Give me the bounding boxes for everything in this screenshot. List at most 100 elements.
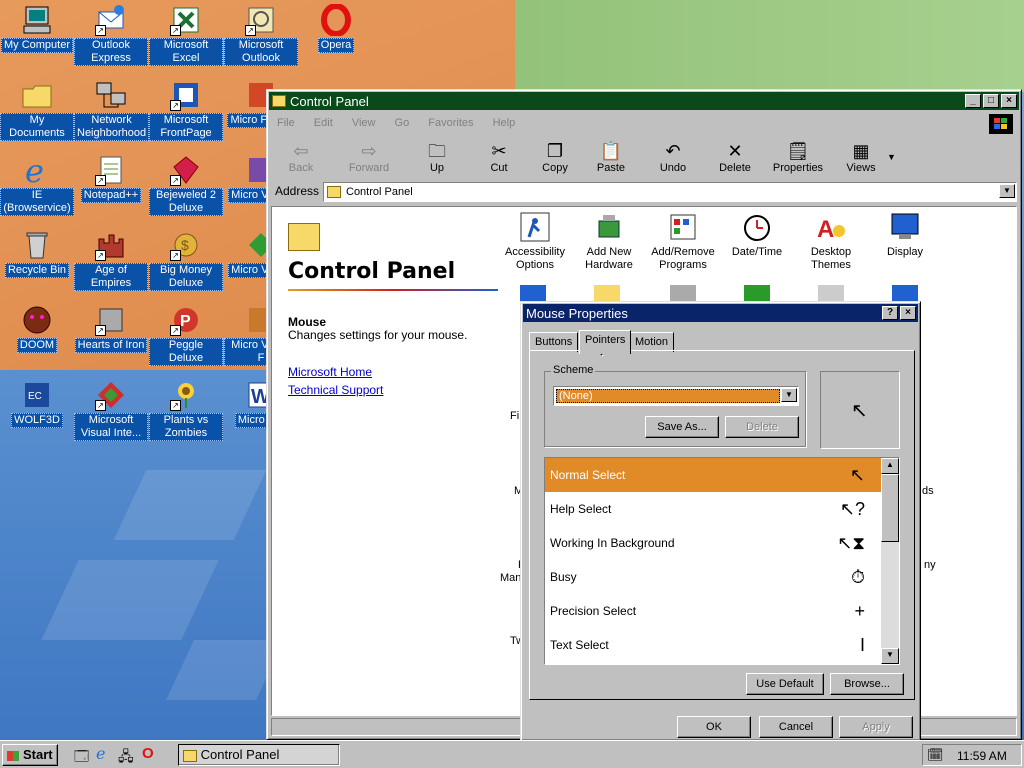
clock[interactable]: 11:59 AM (957, 749, 1007, 763)
scroll-thumb[interactable] (881, 474, 899, 542)
cp-item-display[interactable]: Display (866, 211, 944, 259)
desktop-icon-opera[interactable]: Opera (299, 3, 373, 53)
undo-button[interactable]: ↶ Undo (645, 140, 701, 180)
menu-go[interactable]: Go (395, 117, 410, 129)
desktop-icon-outlook-express[interactable]: ↗ Outlook Express (74, 4, 148, 66)
control-panel-titlebar[interactable]: Control Panel _ □ × (269, 92, 1019, 110)
properties-button[interactable]: 🗒 Properties (763, 140, 833, 180)
cp-item-accessibility[interactable]: Accessibility Options (496, 211, 574, 272)
desktop-icon-my-computer[interactable]: My Computer (0, 4, 74, 53)
delete-button[interactable]: ✕ Delete (707, 140, 763, 180)
desktop-icon-wolf3d[interactable]: EC WOLF3D (0, 379, 74, 428)
cp-item-date-time[interactable]: Date/Time (718, 211, 796, 259)
show-desktop-icon[interactable]: 🗔 (74, 746, 89, 768)
cut-button[interactable]: ✂ Cut (471, 140, 527, 180)
desktop-icon-big-money[interactable]: $ ↗ Big Money Deluxe (149, 229, 223, 291)
pointer-row[interactable]: Working In Background ↖⧗ (545, 526, 881, 560)
desktop-icon-doom[interactable]: DOOM (0, 304, 74, 353)
taskbar: Start 🗔 e 🖧 O Control Panel 🗓 11:59 AM (0, 740, 1024, 768)
pointer-list[interactable]: Normal Select ↖ Help Select ↖? Working In Ba… (544, 457, 900, 665)
desktop-icon-excel[interactable]: ↗ Microsoft Excel (149, 4, 223, 66)
working-cursor-icon: ↖⧗ (837, 532, 865, 553)
cp-item-desktop-themes[interactable]: A Desktop Themes (792, 211, 870, 272)
desktop-icon-plants-vs-zombies[interactable]: ↗ Plants vs Zombies (149, 379, 223, 441)
opera-icon (320, 3, 352, 37)
back-button[interactable]: ⇦ Back (273, 140, 329, 180)
menu-help[interactable]: Help (493, 117, 516, 129)
help-button[interactable]: ? (882, 306, 898, 320)
menu-favorites[interactable]: Favorites (428, 117, 473, 129)
list-scrollbar[interactable]: ▲ ▼ (881, 458, 899, 664)
menu-edit[interactable]: Edit (314, 117, 333, 129)
folder-icon (272, 95, 286, 107)
address-dropdown-button[interactable]: ▼ (999, 184, 1015, 198)
paste-button[interactable]: 📋 Paste (583, 140, 639, 180)
desktop-icon-notepadpp[interactable]: ↗ Notepad++ (74, 154, 148, 203)
forward-button[interactable]: ⇨ Forward (341, 140, 397, 180)
address-label: Address (275, 184, 320, 198)
desktop-icon-peggle[interactable]: P ↗ Peggle Deluxe (149, 304, 223, 366)
desktop-icon-bejeweled[interactable]: ↗ Bejeweled 2 Deluxe (149, 154, 223, 216)
apply-button[interactable]: Apply (839, 716, 913, 738)
desktop-icon-visual-interdev[interactable]: ↗ Microsoft Visual Inte... (74, 379, 148, 441)
pointer-row[interactable]: Precision Select + (545, 594, 881, 628)
back-arrow-icon: ⇦ (293, 141, 309, 161)
cp-item-add-remove-programs[interactable]: Add/Remove Programs (644, 211, 722, 272)
scheme-dropdown-button[interactable]: ▼ (781, 388, 797, 402)
minimize-button[interactable]: _ (965, 94, 981, 108)
ie-quicklaunch-icon[interactable]: e (96, 744, 105, 763)
scroll-up-button[interactable]: ▲ (881, 458, 899, 474)
browse-button[interactable]: Browse... (830, 673, 904, 695)
cancel-button[interactable]: Cancel (759, 716, 833, 738)
shortcut-arrow-icon: ↗ (170, 400, 181, 411)
scheduler-icon[interactable]: 🗓 (927, 747, 944, 763)
desktop-icon-my-documents[interactable]: My Documents (0, 79, 74, 141)
tab-buttons[interactable]: Buttons (529, 332, 579, 352)
pointers-panel: Scheme (None) ▼ Save As... Delete ↖ Norm… (529, 350, 915, 700)
desktop-icon-frontpage[interactable]: ↗ Microsoft FrontPage (149, 79, 223, 141)
link-microsoft-home[interactable]: Microsoft Home (288, 365, 372, 379)
tab-pointers[interactable]: Pointers (579, 330, 632, 354)
opera-quicklaunch-icon[interactable]: O (142, 745, 154, 762)
maximize-button[interactable]: □ (983, 94, 999, 108)
desktop-icon-outlook[interactable]: ↗ Microsoft Outlook (224, 4, 298, 66)
tab-motion[interactable]: Motion (629, 332, 675, 352)
menu-view[interactable]: View (352, 117, 376, 129)
link-technical-support[interactable]: Technical Support (288, 383, 383, 397)
ok-button[interactable]: OK (677, 716, 751, 738)
close-button[interactable]: × (1001, 94, 1017, 108)
use-default-button[interactable]: Use Default (746, 673, 824, 695)
desktop-icon-age-of-empires[interactable]: ↗ Age of Empires (74, 229, 148, 291)
mouse-properties-titlebar[interactable]: Mouse Properties ? × (523, 304, 918, 322)
task-control-panel[interactable]: Control Panel (178, 744, 340, 766)
mouse-properties-dialog[interactable]: Mouse Properties ? × Buttons Pointers Mo… (520, 301, 921, 741)
control-panel-big-icon (288, 223, 320, 251)
svg-text:e: e (25, 154, 44, 186)
pointer-row[interactable]: Text Select I (545, 628, 881, 662)
views-button[interactable]: ▦ Views (833, 140, 889, 180)
save-as-button[interactable]: Save As... (645, 416, 719, 438)
desktop-icon-hearts-of-iron[interactable]: ↗ Hearts of Iron (74, 304, 148, 353)
pointer-row[interactable]: Busy ⏱ (545, 560, 881, 594)
desktop-icon-ie[interactable]: e IE (Browservice) (0, 152, 74, 216)
title-underline (288, 289, 498, 291)
scheme-select[interactable]: (None) ▼ (553, 386, 799, 406)
pointer-row[interactable]: Help Select ↖? (545, 492, 881, 526)
start-button[interactable]: Start (2, 744, 58, 766)
desktop-icon-recycle-bin[interactable]: Recycle Bin (0, 229, 74, 278)
scheme-selected-value: (None) (556, 389, 780, 403)
views-dropdown-icon[interactable]: ▼ (887, 152, 896, 162)
scroll-down-button[interactable]: ▼ (881, 648, 899, 664)
cp-item-add-hardware[interactable]: Add New Hardware (570, 211, 648, 272)
pointer-row[interactable]: Normal Select ↖ (545, 458, 881, 492)
dialog-close-button[interactable]: × (900, 306, 916, 320)
up-button[interactable]: 🗀 Up (409, 140, 465, 180)
copy-button[interactable]: ❐ Copy (527, 140, 583, 180)
address-input[interactable]: Control Panel ▼ (323, 182, 1017, 202)
clock-calendar-icon (741, 211, 773, 243)
scheme-label: Scheme (551, 364, 596, 376)
scheme-delete-button[interactable]: Delete (725, 416, 799, 438)
menu-file[interactable]: File (277, 117, 295, 129)
channels-icon[interactable]: 🖧 (118, 746, 134, 768)
desktop-icon-network-neighborhood[interactable]: Network Neighborhood (74, 79, 150, 141)
